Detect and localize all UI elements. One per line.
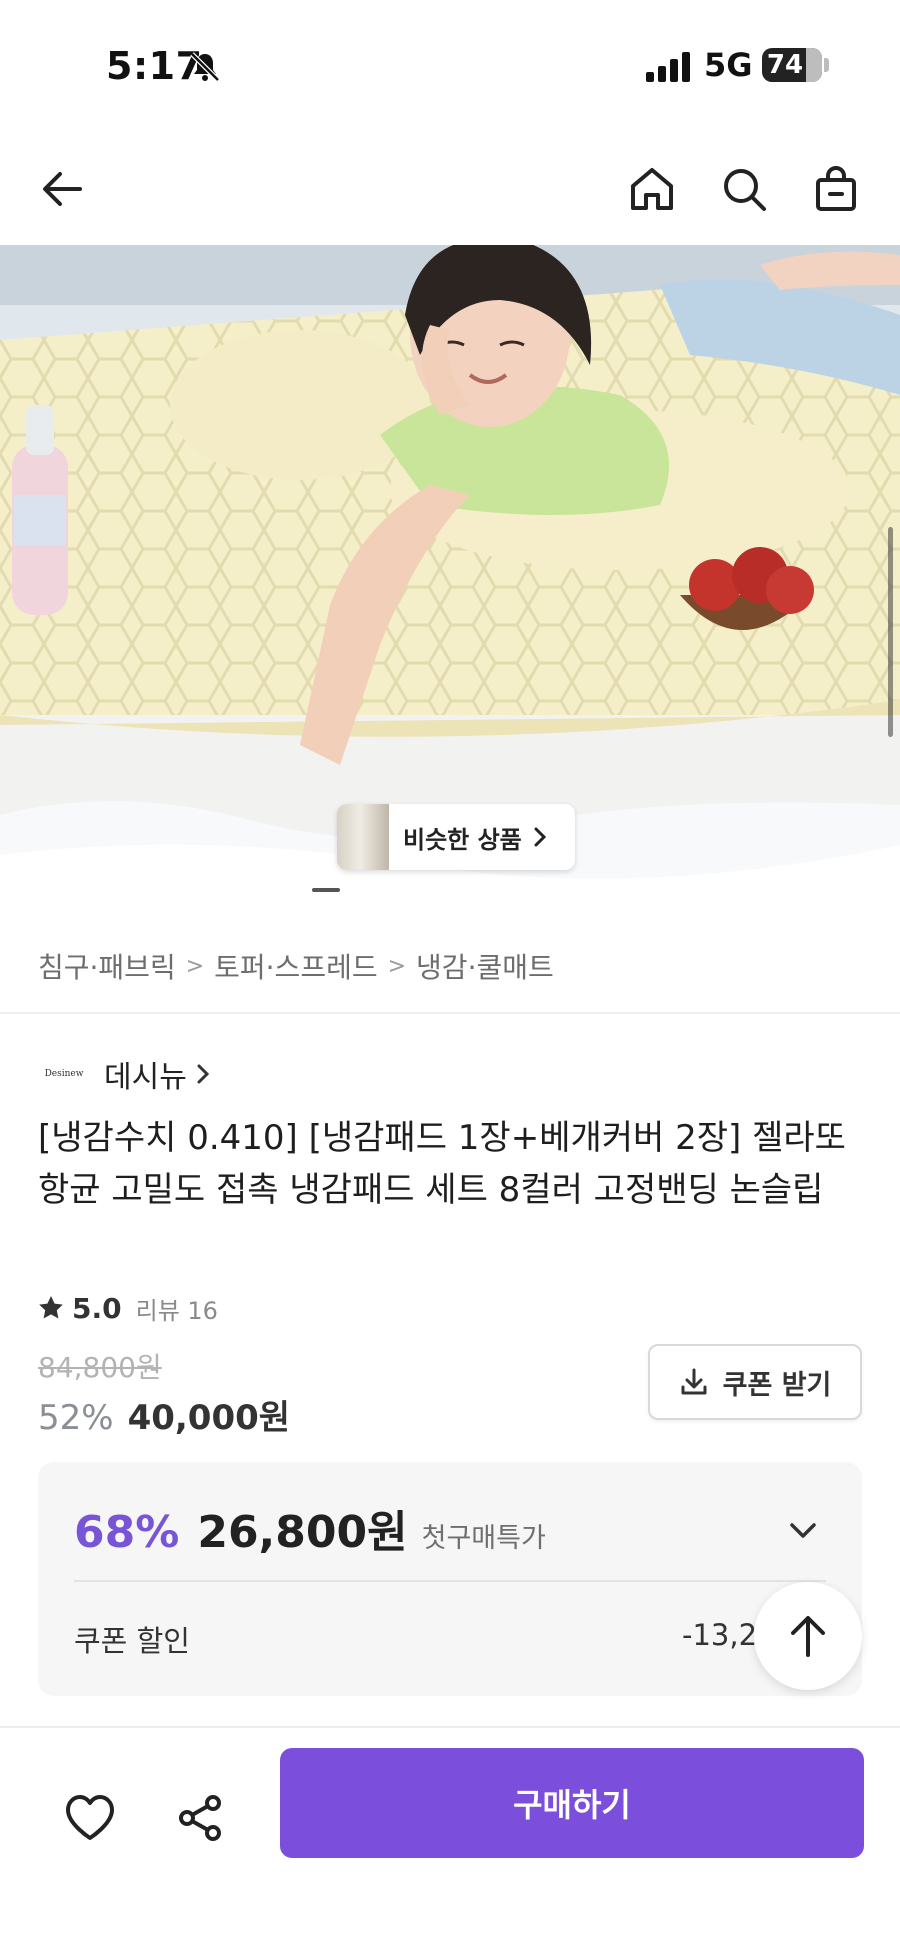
- battery-tip: [824, 58, 829, 72]
- shopping-bag-icon: [816, 166, 856, 211]
- gallery-progress-bar: [312, 888, 588, 892]
- share-icon: [179, 1795, 221, 1841]
- heart-icon: [66, 1795, 114, 1840]
- gallery-progress-fill: [312, 888, 340, 892]
- buy-button-label: 구매하기: [513, 1786, 631, 1824]
- buy-button[interactable]: 구매하기: [280, 1748, 864, 1858]
- rating-row[interactable]: 5.0 리뷰 16: [38, 1288, 218, 1328]
- nav-bar: [0, 145, 900, 235]
- chevron-right-icon: [534, 827, 546, 847]
- brand-logo: Desinew: [44, 1069, 84, 1079]
- home-button[interactable]: [620, 157, 684, 221]
- breadcrumb: 침구·패브릭 > 토퍼·스프레드 > 냉감·쿨매트: [38, 944, 554, 988]
- search-icon: [724, 169, 766, 211]
- network-label: 5G: [704, 46, 753, 84]
- original-price: 84,800원: [38, 1351, 162, 1384]
- share-button[interactable]: [160, 1778, 240, 1858]
- wishlist-button[interactable]: [50, 1778, 130, 1858]
- bottom-action-bar: 구매하기: [0, 1726, 900, 1951]
- battery-icon: 74: [762, 48, 822, 82]
- search-button[interactable]: [712, 157, 776, 221]
- cart-button[interactable]: [804, 157, 868, 221]
- similar-product-thumbnail: [337, 804, 389, 870]
- breadcrumb-item[interactable]: 냉감·쿨매트: [416, 946, 554, 986]
- arrow-left-icon: [43, 172, 82, 206]
- best-price-box: 68% 26,800원 첫구매특가 쿠폰 할인 -13,2: [38, 1462, 862, 1696]
- first-purchase-badge: 첫구매특가: [421, 1523, 546, 1554]
- breadcrumb-item[interactable]: 토퍼·스프레드: [214, 946, 377, 986]
- star-icon: [39, 1296, 63, 1319]
- bell-muted-icon: [190, 52, 220, 82]
- brand-link[interactable]: Desinew 데시뉴: [38, 1052, 211, 1096]
- similar-products-button[interactable]: 비슷한 상품: [337, 804, 575, 870]
- download-icon: [681, 1368, 707, 1395]
- coupon-discount-label: 쿠폰 할인: [74, 1624, 190, 1658]
- coupon-button-label: 쿠폰 받기: [722, 1369, 832, 1401]
- home-icon: [631, 168, 673, 210]
- discount-row: 52% 40,000원: [38, 1390, 290, 1439]
- image-scroll-indicator: [888, 527, 893, 737]
- scroll-to-top-button[interactable]: [754, 1582, 862, 1690]
- back-button[interactable]: [30, 157, 94, 221]
- battery-level: 74: [766, 50, 804, 80]
- best-discount-rate: 68%: [74, 1507, 180, 1558]
- chevron-right-icon: [197, 1064, 209, 1084]
- product-title: [냉감수치 0.410] [냉감패드 1장+베개커버 2장] 젤라또 항균 고밀…: [38, 1118, 846, 1210]
- discount-rate: 52%: [38, 1398, 114, 1438]
- coupon-discount-value: -13,2: [682, 1618, 758, 1652]
- chevron-down-icon[interactable]: [786, 1514, 820, 1548]
- chevron-right-icon: >: [185, 953, 205, 979]
- divider: [74, 1580, 826, 1582]
- best-price: 26,800원: [197, 1507, 408, 1558]
- divider: [0, 1012, 900, 1014]
- coupon-download-button[interactable]: 쿠폰 받기: [648, 1344, 862, 1420]
- chevron-right-icon: >: [387, 953, 407, 979]
- similar-products-label: 비슷한 상품: [403, 825, 522, 854]
- best-price-row: 68% 26,800원 첫구매특가: [74, 1496, 546, 1560]
- discount-price: 40,000원: [127, 1398, 291, 1438]
- brand-name: 데시뉴: [104, 1060, 187, 1095]
- review-count[interactable]: 리뷰 16: [136, 1291, 218, 1326]
- signal-icon: [646, 52, 690, 82]
- arrow-up-icon: [791, 1616, 825, 1657]
- rating-score: 5.0: [72, 1291, 122, 1325]
- status-bar: 5:17 5G 74: [0, 0, 900, 120]
- breadcrumb-item[interactable]: 침구·패브릭: [38, 946, 176, 986]
